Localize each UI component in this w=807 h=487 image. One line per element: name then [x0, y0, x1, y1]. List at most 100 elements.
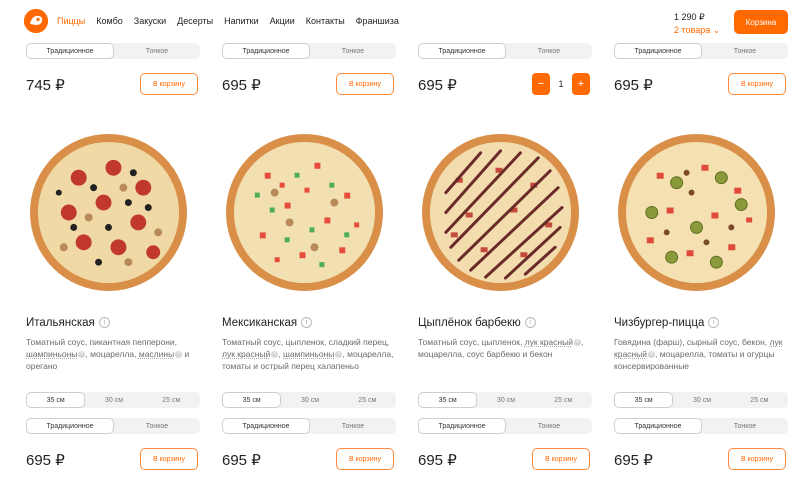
nav-item-desserts[interactable]: Десерты [177, 16, 213, 26]
dough-option-thin[interactable]: Тонкое [310, 418, 396, 434]
info-icon[interactable]: i [301, 317, 313, 329]
size-option-25[interactable]: 25 см [339, 392, 396, 408]
chevron-down-icon: ⌄ [712, 25, 721, 35]
pizza-image-italian[interactable] [29, 133, 188, 292]
dough-option-thin[interactable]: Тонкое [506, 418, 592, 434]
dough-selector: Традиционное Тонкое [26, 418, 200, 434]
size-option-35[interactable]: 35 см [418, 392, 478, 408]
nav-item-snacks[interactable]: Закуски [134, 16, 166, 26]
dough-selector: Традиционное Тонкое [418, 418, 592, 434]
product-name: Мексиканская [222, 317, 298, 329]
product-description: Томатный соус, цыпленок, сладкий перец, … [222, 336, 394, 372]
product-price: 695 ₽ [222, 452, 261, 469]
cart-count-toggle[interactable]: 2 товара ⌄ [674, 25, 720, 36]
desc-text: Томатный соус, цыпленок, [418, 337, 525, 347]
pizza-image-mexican[interactable] [225, 133, 384, 292]
product-name: Цыплёнок барбекю [418, 317, 521, 329]
main-nav: Пиццы Комбо Закуски Десерты Напитки Акци… [57, 16, 399, 26]
dodo-logo-icon[interactable] [24, 9, 48, 33]
size-option-35[interactable]: 35 см [614, 392, 674, 408]
dough-option-thin[interactable]: Тонкое [702, 43, 788, 59]
dough-option-traditional[interactable]: Традиционное [418, 43, 506, 59]
dough-option-traditional[interactable]: Традиционное [26, 43, 114, 59]
nav-item-franchise[interactable]: Франшиза [356, 16, 399, 26]
pizza-image-bbq-chicken[interactable] [421, 133, 580, 292]
product-description: Томатный соус, пикантная пепперони, шамп… [26, 336, 198, 372]
dough-option-traditional[interactable]: Традиционное [614, 418, 702, 434]
dough-selector: Традиционное Тонкое [222, 418, 396, 434]
removable-ingredient[interactable]: лук красный [222, 349, 270, 359]
size-option-25[interactable]: 25 см [535, 392, 592, 408]
add-to-cart-button[interactable]: В корзину [728, 448, 786, 470]
size-option-30[interactable]: 30 см [85, 392, 142, 408]
cart-count-label: 2 товара [674, 25, 711, 35]
size-selector: 35 см 30 см 25 см [418, 392, 592, 408]
remove-ingredient-icon[interactable]: × [647, 351, 655, 359]
size-option-25[interactable]: 25 см [143, 392, 200, 408]
product-price: 695 ₽ [418, 452, 457, 469]
dough-option-thin[interactable]: Тонкое [114, 418, 200, 434]
info-icon[interactable]: i [524, 317, 536, 329]
size-selector: 35 см 30 см 25 см [26, 392, 200, 408]
dough-option-traditional[interactable]: Традиционное [222, 418, 310, 434]
product-card: Традиционное Тонкое 695 ₽ В корзину Мекс… [222, 40, 398, 487]
size-option-35[interactable]: 35 см [222, 392, 282, 408]
product-title: Цыплёнок барбекю i [418, 317, 536, 329]
removable-ingredient[interactable]: шампиньоны [283, 349, 334, 359]
dough-option-thin[interactable]: Тонкое [506, 43, 592, 59]
removable-ingredient[interactable]: маслины [139, 349, 174, 359]
nav-item-drinks[interactable]: Напитки [224, 16, 259, 26]
remove-ingredient-icon[interactable]: × [573, 339, 581, 347]
size-option-25[interactable]: 25 см [731, 392, 788, 408]
product-price: 695 ₽ [222, 77, 261, 94]
desc-text: Томатный соус, пикантная пепперони, [26, 337, 178, 347]
add-to-cart-button[interactable]: В корзину [336, 448, 394, 470]
dough-selector: Традиционное Тонкое [614, 43, 788, 59]
dough-option-thin[interactable]: Тонкое [114, 43, 200, 59]
product-description: Говядина (фарш), сырный соус, бекон, лук… [614, 336, 786, 372]
add-to-cart-button[interactable]: В корзину [140, 73, 198, 95]
dough-selector: Традиционное Тонкое [222, 43, 396, 59]
removable-ingredient[interactable]: лук красный [525, 337, 573, 347]
add-to-cart-button[interactable]: В корзину [532, 448, 590, 470]
nav-item-contacts[interactable]: Контакты [306, 16, 345, 26]
dough-selector: Традиционное Тонкое [418, 43, 592, 59]
product-price: 695 ₽ [26, 452, 65, 469]
size-selector: 35 см 30 см 25 см [222, 392, 396, 408]
dough-option-thin[interactable]: Тонкое [702, 418, 788, 434]
product-price: 695 ₽ [614, 452, 653, 469]
cart-total: 1 290 ₽ [674, 12, 705, 22]
dough-selector: Традиционное Тонкое [614, 418, 788, 434]
dough-option-thin[interactable]: Тонкое [310, 43, 396, 59]
dough-option-traditional[interactable]: Традиционное [222, 43, 310, 59]
size-option-30[interactable]: 30 см [477, 392, 534, 408]
size-option-30[interactable]: 30 см [673, 392, 730, 408]
size-option-30[interactable]: 30 см [281, 392, 338, 408]
increase-quantity-button[interactable]: + [572, 73, 590, 95]
product-card: Традиционное Тонкое 745 ₽ В корзину Итал… [26, 40, 202, 487]
pizza-image-cheeseburger[interactable] [617, 133, 776, 292]
size-selector: 35 см 30 см 25 см [614, 392, 788, 408]
decrease-quantity-button[interactable]: − [532, 73, 550, 95]
add-to-cart-button[interactable]: В корзину [728, 73, 786, 95]
nav-item-combo[interactable]: Комбо [96, 16, 123, 26]
removable-ingredient[interactable]: шампиньоны [26, 349, 77, 359]
add-to-cart-button[interactable]: В корзину [336, 73, 394, 95]
product-card: Традиционное Тонкое 695 ₽ − 1 + Цыплёнок… [418, 40, 594, 487]
quantity-stepper: − 1 + [532, 73, 590, 95]
cart-button[interactable]: Корзина [734, 10, 788, 34]
dough-option-traditional[interactable]: Традиционное [26, 418, 114, 434]
add-to-cart-button[interactable]: В корзину [140, 448, 198, 470]
product-name: Чизбургер-пицца [614, 317, 705, 329]
dough-option-traditional[interactable]: Традиционное [418, 418, 506, 434]
info-icon[interactable]: i [98, 317, 110, 329]
product-name: Итальянская [26, 317, 95, 329]
dough-option-traditional[interactable]: Традиционное [614, 43, 702, 59]
product-price: 695 ₽ [418, 77, 457, 94]
desc-text: Томатный соус, цыпленок, сладкий перец, [222, 337, 390, 347]
nav-item-promos[interactable]: Акции [270, 16, 295, 26]
size-option-35[interactable]: 35 см [26, 392, 86, 408]
info-icon[interactable]: i [708, 317, 720, 329]
nav-item-pizza[interactable]: Пиццы [57, 16, 85, 26]
quantity-value: 1 [558, 79, 564, 89]
